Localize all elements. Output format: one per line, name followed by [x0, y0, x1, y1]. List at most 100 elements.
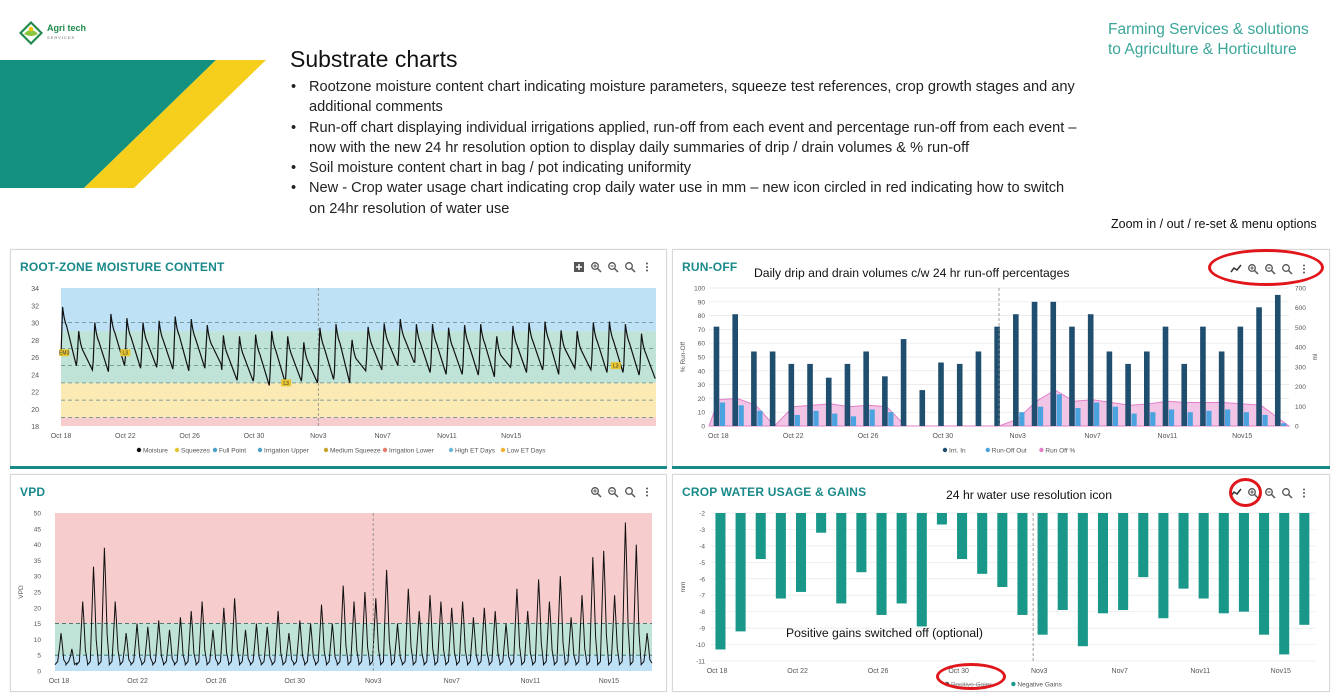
x-tick-label: Nov7	[1084, 433, 1100, 440]
menu-icon[interactable]	[640, 260, 654, 274]
legend-dot	[136, 447, 142, 453]
x-tick-label: Nov3	[365, 678, 381, 685]
drip-bar	[1274, 294, 1281, 426]
y-tick-label: -9	[699, 626, 705, 633]
y-tick-label: 45	[34, 526, 42, 533]
water-use-bar	[896, 513, 907, 604]
x-tick-label: Nov15	[599, 678, 619, 685]
drip-bar	[769, 351, 776, 426]
x-tick-label: Nov3	[1031, 668, 1047, 675]
y-axis-label: mm	[680, 582, 687, 593]
x-tick-label: Oct 30	[933, 433, 954, 440]
x-tick-label: Nov3	[310, 433, 326, 440]
water-use-bar	[1138, 513, 1149, 578]
x-tick-label: Nov7	[374, 433, 390, 440]
menu-icon[interactable]	[640, 485, 654, 499]
drip-bar	[1087, 314, 1094, 426]
zoom-in-icon[interactable]	[589, 260, 603, 274]
x-tick-label: Nov15	[1271, 668, 1291, 675]
y-tick-label: -6	[699, 576, 705, 583]
x-tick-label: Oct 22	[127, 678, 148, 685]
zoom-in-icon[interactable]	[589, 485, 603, 499]
y2-tick-label: 100	[1295, 404, 1306, 411]
runoff-bar	[738, 405, 744, 426]
vpd-chart: 0 5 10 15 20 25 30 35 40 45 50 VPD Oct 18 Oct 22 Oct 2…	[18, 511, 653, 685]
moisture-band	[61, 417, 656, 426]
y-tick-label: 26	[31, 355, 39, 362]
zoom-reset-icon[interactable]	[623, 260, 637, 274]
water-use-bar	[735, 513, 746, 632]
moisture-band	[61, 331, 656, 383]
water-use-bar	[916, 513, 927, 627]
y-axis-label: % Run-Off	[680, 342, 687, 372]
y-tick-label: 30	[31, 321, 39, 328]
runoff-bar	[1131, 413, 1137, 426]
y-tick-label: 20	[698, 396, 706, 403]
y-tick-label: 60	[698, 341, 706, 348]
water-use-bar	[1218, 513, 1229, 614]
logo-mark-icon	[19, 21, 43, 45]
drip-bar	[938, 362, 944, 426]
runoff-bar	[757, 410, 763, 426]
y-tick-label: 50	[698, 355, 706, 362]
runoff-bar	[1019, 412, 1025, 426]
y-tick-label: -10	[696, 642, 706, 649]
runoff-divider	[672, 466, 1330, 469]
legend-dot	[382, 447, 388, 453]
rootzone-divider	[10, 466, 667, 469]
x-tick-label: Oct 22	[115, 433, 136, 440]
runoff-bar	[1243, 412, 1249, 426]
vpd-toolbar	[589, 485, 654, 499]
runoff-bar	[1262, 414, 1268, 426]
runoff-bar	[719, 402, 726, 426]
x-tick-label: Nov11	[1190, 668, 1210, 675]
rootzone-toolbar	[572, 260, 654, 274]
drip-bar	[863, 351, 869, 426]
drip-bar	[900, 339, 907, 426]
water-use-bar	[816, 513, 827, 533]
drip-bar	[1200, 326, 1206, 426]
drip-bar	[1013, 314, 1019, 426]
y-tick-label: 5	[37, 653, 41, 660]
zoom-out-icon[interactable]	[606, 485, 620, 499]
y-tick-label: -11	[696, 659, 705, 666]
legend-label: Medium Squeeze	[330, 448, 381, 455]
drip-bar	[1162, 326, 1169, 426]
y2-tick-label: 0	[1295, 424, 1299, 431]
legend-label: Negative Gains	[1017, 682, 1062, 689]
y-tick-label: 34	[31, 286, 39, 293]
water-use-bar	[1259, 513, 1270, 635]
zoom-reset-icon[interactable]	[1280, 486, 1294, 500]
y-tick-label: 0	[37, 669, 41, 676]
y2-tick-label: 200	[1295, 384, 1306, 391]
squeeze-marker-label: L3	[613, 364, 619, 370]
y-tick-label: 28	[31, 338, 39, 345]
rootzone-panel: ROOT-ZONE MOISTURE CONTENT 18 20 22 24 26 28 3…	[10, 249, 667, 467]
water-use-bar	[856, 513, 867, 573]
water-use-bar	[997, 513, 1008, 587]
water-use-bar	[1158, 513, 1169, 619]
drip-bar	[1050, 301, 1057, 426]
add-chart-icon[interactable]	[572, 260, 586, 274]
runoff-bar	[1187, 412, 1193, 426]
y-tick-label: 50	[34, 511, 42, 518]
menu-icon[interactable]	[1297, 486, 1311, 500]
drip-bar	[1256, 307, 1262, 426]
runoff-bar	[1094, 402, 1100, 426]
cwu-annotation: 24 hr water use resolution icon	[946, 488, 1112, 502]
y-tick-label: 80	[698, 313, 706, 320]
rootzone-chart: 18 20 22 24 26 28 30 32 34 Oct 18 Oct 22 Oct 26 Oct …	[31, 286, 656, 455]
zoom-out-icon[interactable]	[1263, 486, 1277, 500]
legend-dot	[942, 447, 948, 453]
legend-label: Full Point	[219, 448, 246, 455]
y-tick-label: 90	[698, 299, 706, 306]
decorative-banner	[0, 60, 266, 188]
legend-dot	[257, 447, 263, 453]
runoff-bar	[850, 416, 857, 426]
runoff-bar	[1056, 394, 1062, 426]
y-tick-label: 10	[34, 637, 42, 644]
water-use-bar	[836, 513, 847, 604]
legend-label: Irri. In	[949, 448, 966, 455]
zoom-out-icon[interactable]	[606, 260, 620, 274]
zoom-reset-icon[interactable]	[623, 485, 637, 499]
